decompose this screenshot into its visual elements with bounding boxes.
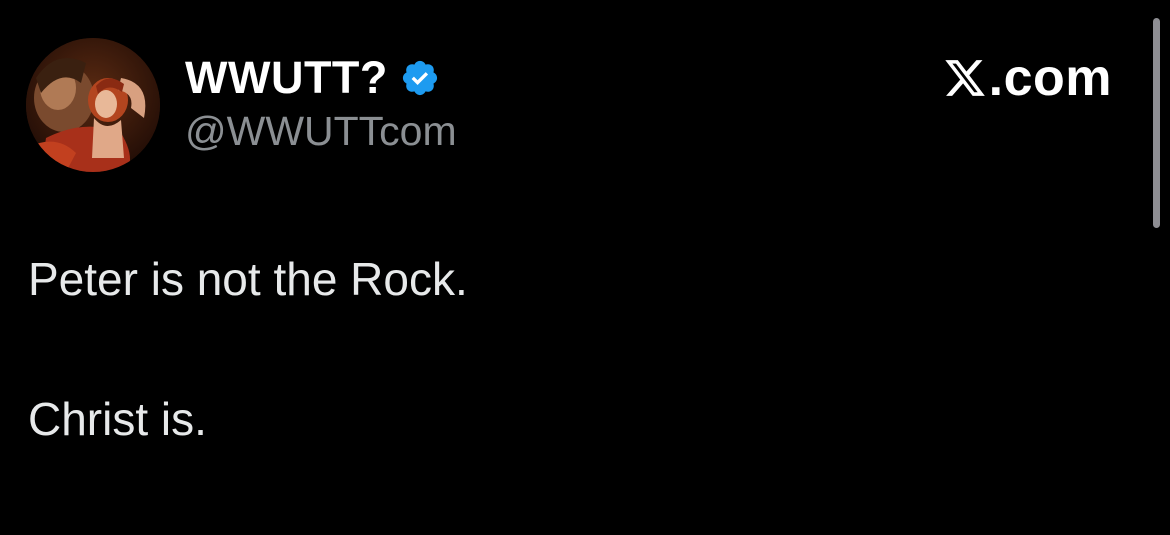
- scrollbar[interactable]: [1153, 18, 1160, 228]
- avatar-painting-icon: [26, 38, 160, 172]
- tweet-card: WWUTT? @WWUTTcom .com Peter is not the R…: [0, 0, 1170, 535]
- brand-domain-text: .com: [988, 49, 1112, 107]
- author-display-name[interactable]: WWUTT?: [185, 52, 388, 104]
- x-logo-icon: [943, 56, 987, 100]
- author-handle[interactable]: @WWUTTcom: [185, 108, 457, 155]
- tweet-text-line-2: Christ is.: [28, 393, 207, 445]
- avatar[interactable]: [26, 38, 160, 172]
- verified-badge-icon[interactable]: [400, 58, 440, 98]
- author-name-row: WWUTT?: [185, 48, 440, 108]
- tweet-text-line-1: Peter is not the Rock.: [28, 253, 468, 305]
- brand-link[interactable]: .com: [943, 48, 1112, 108]
